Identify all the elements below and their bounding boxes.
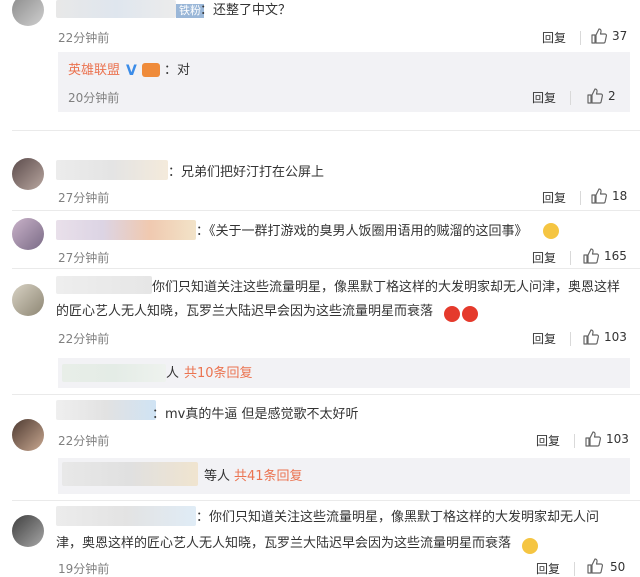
thumbs-up-icon[interactable] bbox=[586, 87, 604, 105]
comment-text: ：mv真的牛逼 但是感觉歌不太好听 bbox=[152, 407, 359, 422]
divider bbox=[570, 91, 571, 105]
thumbs-up-icon[interactable] bbox=[590, 27, 608, 45]
like-count: 165 bbox=[604, 249, 627, 263]
reply-button[interactable]: 回复 bbox=[532, 249, 556, 266]
comment-time: 22分钟前 bbox=[58, 332, 110, 346]
comment-time: 20分钟前 bbox=[68, 91, 120, 105]
angry-emoji-icon bbox=[462, 306, 478, 322]
comment-text: ：兄弟们把好汀打在公屏上 bbox=[168, 165, 325, 180]
comment-text: ：对 bbox=[164, 63, 191, 78]
comment-text-line2: 津，奥恩这样的匠心艺人无人知晓，瓦罗兰大陆迟早会因为这些流量明星而衰落 bbox=[56, 536, 512, 551]
reply-button[interactable]: 回复 bbox=[532, 89, 556, 106]
thumbs-up-icon[interactable] bbox=[582, 247, 600, 265]
comment-text-line1: 你们只知道关注这些流量明星，像黑默丁格这样的大发明家却无人问津，奥恩这样 bbox=[152, 280, 621, 295]
divider bbox=[580, 31, 581, 45]
divider-line bbox=[12, 210, 640, 211]
avatar[interactable] bbox=[12, 284, 44, 316]
more-replies-bar[interactable]: 等人 共41条回复 bbox=[58, 458, 630, 494]
comment-text: ：《关于一群打游戏的臭男人饭圈用语用的贼溜的这回事》 bbox=[196, 224, 528, 239]
comment-time: 22分钟前 bbox=[58, 31, 110, 45]
divider-line bbox=[12, 268, 640, 269]
avatar[interactable] bbox=[12, 0, 44, 26]
avatar[interactable] bbox=[12, 218, 44, 250]
more-replies-link[interactable]: 共10条回复 bbox=[184, 365, 253, 383]
reply-button[interactable]: 回复 bbox=[542, 29, 566, 46]
like-count: 50 bbox=[610, 560, 626, 574]
username-blurred[interactable] bbox=[56, 506, 196, 526]
divider bbox=[570, 251, 571, 265]
like-count: 18 bbox=[612, 189, 628, 203]
avatar[interactable] bbox=[12, 158, 44, 190]
reply-button[interactable]: 回复 bbox=[532, 330, 556, 347]
thumbs-up-icon[interactable] bbox=[590, 187, 608, 205]
comment-time: 19分钟前 bbox=[58, 562, 110, 576]
like-count: 103 bbox=[604, 330, 627, 344]
divider bbox=[580, 191, 581, 205]
divider bbox=[570, 332, 571, 346]
more-replies-link[interactable]: 共41条回复 bbox=[234, 468, 303, 486]
verified-icon: V bbox=[126, 63, 137, 79]
comment-time: 27分钟前 bbox=[58, 191, 110, 205]
more-replies-prefix: 人 bbox=[166, 366, 180, 381]
reply-button[interactable]: 回复 bbox=[536, 432, 560, 449]
comment-time: 22分钟前 bbox=[58, 434, 110, 448]
username-blurred[interactable] bbox=[56, 400, 156, 420]
divider-line bbox=[12, 500, 640, 501]
username-blurred[interactable] bbox=[56, 220, 196, 240]
comment-text: ：还整了中文？ bbox=[200, 3, 292, 18]
username-official[interactable]: 英雄联盟 bbox=[68, 62, 120, 80]
username-blurred[interactable] bbox=[56, 0, 176, 18]
grin-emoji-icon bbox=[522, 538, 538, 554]
more-replies-bar[interactable]: 人 共10条回复 bbox=[58, 358, 630, 388]
reply-button[interactable]: 回复 bbox=[536, 560, 560, 577]
like-count: 2 bbox=[608, 89, 616, 103]
crown-badge-icon bbox=[142, 63, 160, 77]
replier-blurred bbox=[62, 364, 166, 382]
divider-line bbox=[12, 394, 640, 395]
like-count: 37 bbox=[612, 29, 628, 43]
divider-line bbox=[12, 130, 640, 131]
thumbs-up-icon[interactable] bbox=[586, 557, 604, 575]
angry-emoji-icon bbox=[444, 306, 460, 322]
avatar[interactable] bbox=[12, 515, 44, 547]
username-blurred[interactable] bbox=[56, 276, 152, 294]
thumbs-up-icon[interactable] bbox=[582, 328, 600, 346]
thumbs-up-icon[interactable] bbox=[584, 430, 602, 448]
comment-text-line2: 的匠心艺人无人知晓，瓦罗兰大陆迟早会因为这些流量明星而衰落 bbox=[56, 304, 434, 319]
grin-emoji-icon bbox=[543, 223, 559, 239]
replier-blurred bbox=[62, 462, 198, 486]
avatar[interactable] bbox=[12, 419, 44, 451]
divider bbox=[574, 434, 575, 448]
comment-text-line1: ：你们只知道关注这些流量明星，像黑默丁格这样的大发明家却无人问 bbox=[196, 510, 600, 525]
reply-button[interactable]: 回复 bbox=[542, 189, 566, 206]
like-count: 103 bbox=[606, 432, 629, 446]
comment-time: 27分钟前 bbox=[58, 251, 110, 265]
more-replies-prefix: 等人 bbox=[204, 469, 231, 484]
username-blurred[interactable] bbox=[56, 160, 168, 180]
